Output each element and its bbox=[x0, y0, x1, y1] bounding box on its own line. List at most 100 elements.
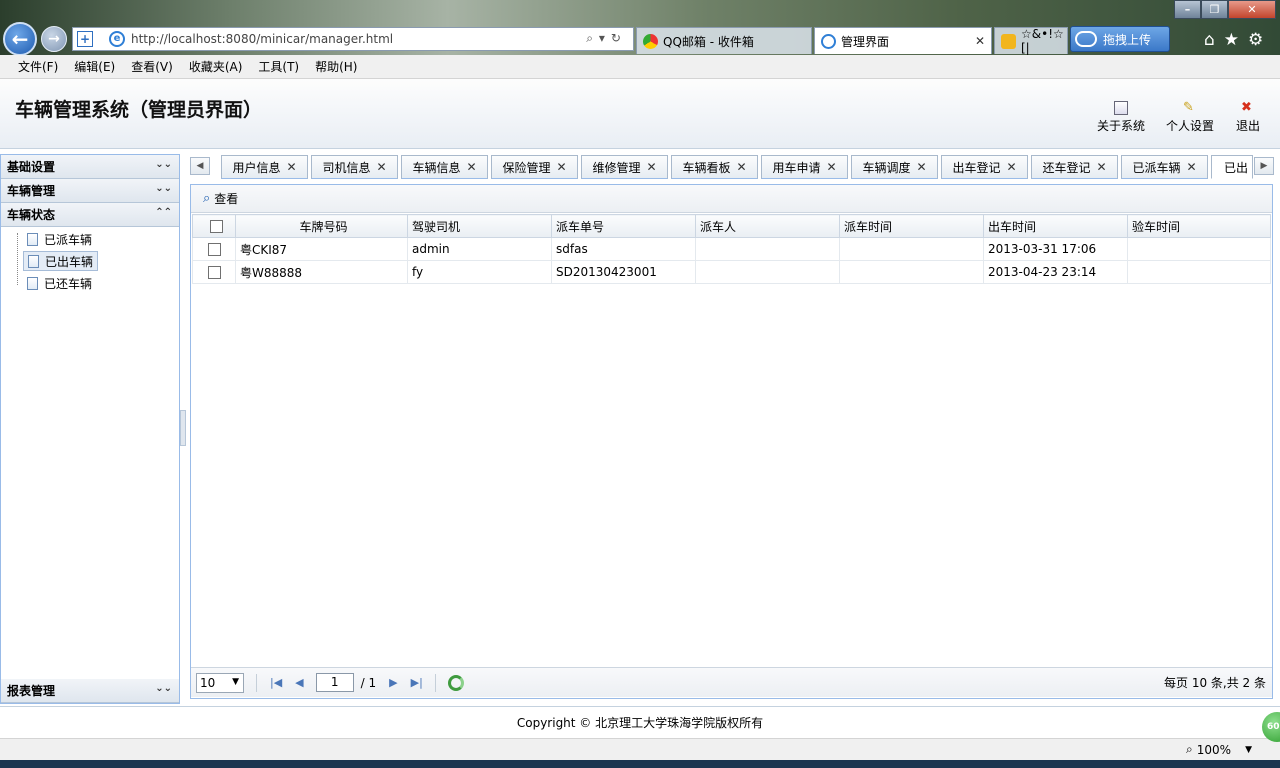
tab-driver-info[interactable]: 司机信息 ✕ bbox=[311, 155, 398, 179]
next-page-icon[interactable]: ▶ bbox=[389, 676, 397, 689]
address-bar[interactable]: + e http://localhost:8080/minicar/manage… bbox=[72, 27, 634, 51]
tab-car-request[interactable]: 用车申请 ✕ bbox=[761, 155, 848, 179]
close-icon[interactable]: ✕ bbox=[1186, 160, 1196, 174]
forward-button[interactable]: → bbox=[41, 26, 67, 52]
row-checkbox[interactable] bbox=[207, 243, 221, 256]
col-dispatcher[interactable]: 派车人 bbox=[695, 214, 840, 238]
menu-help[interactable]: 帮助(H) bbox=[315, 58, 357, 75]
close-icon[interactable]: ✕ bbox=[1006, 160, 1016, 174]
row-select-cell[interactable] bbox=[192, 260, 236, 284]
col-inspection-time[interactable]: 验车时间 bbox=[1127, 214, 1271, 238]
last-page-icon[interactable]: ▶| bbox=[411, 676, 423, 689]
accordion-vehicle-management[interactable]: 车辆管理 ⌄⌄ bbox=[1, 179, 179, 203]
col-dispatch-number[interactable]: 派车单号 bbox=[551, 214, 696, 238]
pagination-bar: 10 ▼ |◀ ◀ 1 / 1 ▶ ▶| 每页 10 条,共 2 条 bbox=[191, 667, 1272, 697]
tab-return-register[interactable]: 还车登记 ✕ bbox=[1031, 155, 1118, 179]
col-departure-time[interactable]: 出车时间 bbox=[983, 214, 1128, 238]
zoom-control[interactable]: ⌕ 100% ▼ bbox=[1186, 742, 1252, 757]
search-refresh-icons[interactable]: ⌕▾↻ bbox=[586, 31, 627, 46]
close-icon[interactable]: ✕ bbox=[376, 160, 386, 174]
magnifier-icon[interactable]: ⌕ bbox=[203, 191, 210, 206]
col-dispatch-time[interactable]: 派车时间 bbox=[839, 214, 984, 238]
close-icon[interactable]: ✕ bbox=[556, 160, 566, 174]
cell-inspection-time bbox=[1127, 260, 1271, 284]
home-icon[interactable]: ⌂ bbox=[1204, 30, 1215, 50]
first-page-icon[interactable]: |◀ bbox=[270, 676, 282, 689]
menu-tools[interactable]: 工具(T) bbox=[258, 58, 299, 75]
row-checkbox[interactable] bbox=[207, 266, 221, 279]
tab-vehicle-board[interactable]: 车辆看板 ✕ bbox=[671, 155, 758, 179]
accordion-vehicle-status[interactable]: 车辆状态 ⌃⌃ bbox=[1, 203, 179, 227]
tab-insurance[interactable]: 保险管理 ✕ bbox=[491, 155, 578, 179]
refresh-icon[interactable] bbox=[447, 674, 464, 691]
close-icon[interactable]: ✕ bbox=[466, 160, 476, 174]
close-icon[interactable]: ✕ bbox=[736, 160, 746, 174]
maximize-button[interactable]: ❐ bbox=[1201, 0, 1228, 19]
url-text[interactable]: http://localhost:8080/minicar/manager.ht… bbox=[131, 32, 393, 46]
personal-settings-button[interactable]: ✎ 个人设置 bbox=[1166, 101, 1214, 134]
tab-label: 保险管理 bbox=[502, 160, 551, 175]
close-tab-icon[interactable]: ✕ bbox=[975, 34, 985, 48]
view-button[interactable]: 查看 bbox=[214, 190, 238, 207]
sidebar-collapse-handle[interactable] bbox=[180, 410, 186, 446]
back-button[interactable]: ← bbox=[3, 22, 37, 56]
tab-departure-register[interactable]: 出车登记 ✕ bbox=[941, 155, 1028, 179]
tab-dispatch[interactable]: 车辆调度 ✕ bbox=[851, 155, 938, 179]
tab-departed-vehicles[interactable]: 已出 bbox=[1211, 155, 1253, 179]
table-row[interactable]: 粤W88888 fy SD20130423001 2013-04-23 23:1… bbox=[192, 260, 1271, 284]
close-window-button[interactable]: ✕ bbox=[1228, 0, 1276, 19]
minimize-button[interactable]: – bbox=[1174, 0, 1201, 19]
chevron-up-icon[interactable]: ⌃⌃ bbox=[155, 207, 172, 218]
menu-edit[interactable]: 编辑(E) bbox=[74, 58, 115, 75]
prev-page-icon[interactable]: ◀ bbox=[295, 676, 303, 689]
page-size-select[interactable]: 10 ▼ bbox=[196, 672, 244, 693]
compat-view-icon[interactable]: + bbox=[77, 31, 93, 47]
page-number-input[interactable]: 1 bbox=[315, 673, 354, 692]
pager-separator bbox=[256, 673, 257, 692]
col-driver[interactable]: 驾驶司机 bbox=[407, 214, 552, 238]
browser-status-bar bbox=[0, 738, 1280, 760]
select-all-cell[interactable] bbox=[192, 214, 236, 238]
tab-dispatched-vehicles[interactable]: 已派车辆 ✕ bbox=[1121, 155, 1208, 179]
browser-tab-qqmail[interactable]: QQ邮箱 - 收件箱 bbox=[636, 27, 812, 54]
table-row[interactable]: 粤CKI87 admin sdfas 2013-03-31 17:06 bbox=[192, 237, 1271, 261]
tab-user-info[interactable]: 用户信息 ✕ bbox=[221, 155, 308, 179]
close-icon[interactable]: ✕ bbox=[646, 160, 656, 174]
star-icon[interactable]: ★ bbox=[1224, 30, 1239, 50]
tab-scroll-right[interactable]: ▶ bbox=[1254, 157, 1274, 175]
browser-tab-manager[interactable]: 管理界面 ✕ bbox=[814, 27, 992, 54]
logout-button[interactable]: ✖ 退出 bbox=[1236, 101, 1260, 134]
close-icon[interactable]: ✕ bbox=[916, 160, 926, 174]
gear-icon[interactable]: ⚙ bbox=[1248, 30, 1263, 50]
cell-dispatch-number: sdfas bbox=[551, 237, 696, 261]
tab-scroll-left[interactable]: ◀ bbox=[190, 157, 210, 175]
select-all-checkbox[interactable] bbox=[209, 220, 223, 233]
menu-view[interactable]: 查看(V) bbox=[131, 58, 173, 75]
row-select-cell[interactable] bbox=[192, 237, 236, 261]
chevron-down-icon[interactable]: ⌄⌄ bbox=[155, 683, 172, 694]
close-icon[interactable]: ✕ bbox=[826, 160, 836, 174]
browser-tab-third[interactable]: ☆&•!☆ [| bbox=[994, 27, 1068, 55]
close-icon[interactable]: ✕ bbox=[1096, 160, 1106, 174]
col-plate-number[interactable]: 车牌号码 bbox=[235, 214, 408, 238]
accordion-basic-settings[interactable]: 基础设置 ⌄⌄ bbox=[1, 155, 179, 179]
drag-upload-button[interactable]: 拖拽上传 bbox=[1070, 26, 1170, 52]
accordion-report-management[interactable]: 报表管理 ⌄⌄ bbox=[1, 679, 179, 703]
tab-vehicle-info[interactable]: 车辆信息 ✕ bbox=[401, 155, 488, 179]
browser-menu-bar: 文件(F) 编辑(E) 查看(V) 收藏夹(A) 工具(T) 帮助(H) bbox=[0, 55, 1280, 79]
close-icon[interactable]: ✕ bbox=[286, 160, 296, 174]
tab-label: 维修管理 bbox=[592, 160, 641, 175]
tab-repair[interactable]: 维修管理 ✕ bbox=[581, 155, 668, 179]
tree-item-departed[interactable]: 已出车辆 bbox=[23, 251, 99, 271]
chevron-down-icon[interactable]: ⌄⌄ bbox=[155, 183, 172, 194]
cell-dispatcher bbox=[695, 237, 840, 261]
tree-item-returned[interactable]: 已还车辆 bbox=[13, 273, 96, 293]
tree-item-dispatched[interactable]: 已派车辆 bbox=[13, 229, 96, 249]
menu-file[interactable]: 文件(F) bbox=[18, 58, 58, 75]
cell-dispatch-time bbox=[839, 237, 984, 261]
menu-favorites[interactable]: 收藏夹(A) bbox=[189, 58, 243, 75]
departed-vehicles-grid: 车牌号码 驾驶司机 派车单号 派车人 派车时间 出车时间 验车时间 粤CKI87… bbox=[192, 214, 1271, 284]
chevron-down-icon[interactable]: ⌄⌄ bbox=[155, 159, 172, 170]
cell-driver: fy bbox=[407, 260, 552, 284]
about-system-button[interactable]: 关于系统 bbox=[1097, 101, 1145, 134]
